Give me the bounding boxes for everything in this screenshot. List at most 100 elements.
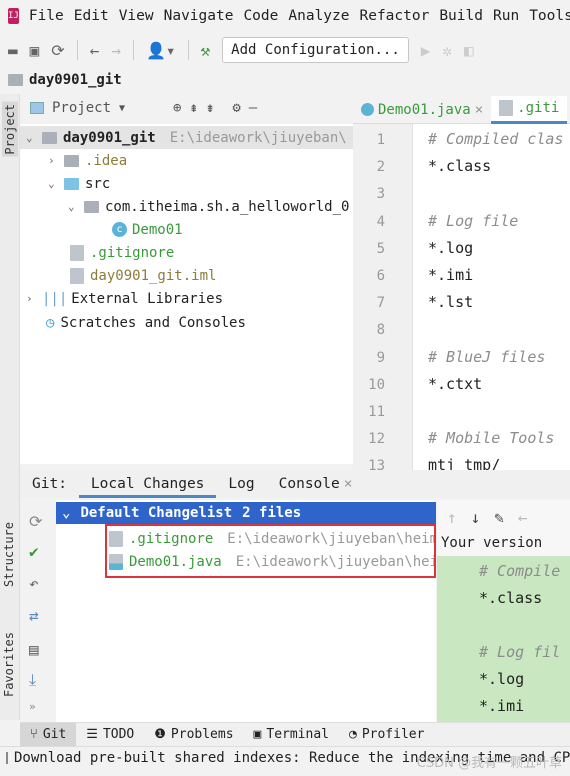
project-tool-button[interactable]: Project: [2, 102, 18, 157]
collapse-all-icon[interactable]: ⇟: [206, 100, 214, 116]
tree-item-label: Demo01: [132, 221, 183, 238]
more-icon[interactable]: »: [29, 700, 36, 713]
diff-line: *.class: [479, 589, 543, 607]
divider: [76, 40, 78, 60]
run-icon[interactable]: ▶: [421, 41, 431, 60]
refresh-icon[interactable]: ⟳: [29, 512, 42, 531]
forward-arrow-icon[interactable]: →: [111, 41, 121, 60]
tree-item-label: day0901_git.iml: [90, 267, 217, 284]
debug-icon[interactable]: ✲: [442, 41, 452, 60]
notification-icon[interactable]: [6, 751, 8, 764]
changed-file-gitignore[interactable]: .gitignore E:\ideawork\jiuyeban\heima: [109, 528, 434, 550]
tab-label: TODO: [102, 727, 135, 742]
tab-label: Terminal: [266, 727, 329, 742]
commit-check-icon[interactable]: ✔: [29, 542, 39, 561]
hide-icon[interactable]: —: [249, 100, 257, 116]
code-line: *.log: [428, 238, 474, 257]
preview-icon[interactable]: ▤: [29, 640, 39, 659]
edit-icon[interactable]: ✎: [494, 508, 504, 527]
chevron-right-icon[interactable]: ›: [26, 292, 42, 305]
coverage-icon[interactable]: ◧: [464, 41, 474, 60]
line-number: 1: [376, 132, 385, 148]
menu-build[interactable]: Build: [439, 8, 483, 24]
close-icon[interactable]: ×: [344, 476, 353, 492]
menu-edit[interactable]: Edit: [74, 8, 109, 24]
menu-refactor[interactable]: Refactor: [359, 8, 429, 24]
breadcrumb-project[interactable]: day0901_git: [29, 72, 122, 88]
changelist-count: 2 files: [242, 505, 302, 521]
build-hammer-icon[interactable]: ⚒: [201, 41, 211, 60]
next-change-icon[interactable]: ↓: [471, 508, 481, 527]
divider: [132, 40, 134, 60]
add-configuration-button[interactable]: Add Configuration...: [222, 37, 409, 63]
diff-line: # Log fil: [479, 643, 561, 661]
terminal-icon: ▣: [253, 727, 262, 742]
tab-label: Problems: [170, 727, 234, 742]
tool-window-bar: ⑂ Git ☰ TODO ❶ Problems ▣ Terminal ◔ Profiler: [20, 722, 570, 747]
diff-preview: ↑ ↓ ✎ ← Your version # Compile *.class # L…: [437, 500, 570, 722]
tree-item-external-libraries[interactable]: › ||| External Libraries: [26, 287, 223, 310]
tree-item-root[interactable]: ⌄ day0901_git E:\ideawork\jiuyeban\: [20, 126, 353, 149]
ignored-file-icon: [109, 531, 123, 547]
tab-demo01-java[interactable]: Demo01.java ×: [353, 96, 491, 124]
gear-icon[interactable]: ⚙: [232, 100, 240, 116]
project-tree: ⌄ day0901_git E:\ideawork\jiuyeban\ › .i…: [20, 124, 353, 464]
project-view-dropdown[interactable]: Project: [52, 100, 111, 116]
diff-arrows-icon[interactable]: ⇄: [29, 606, 39, 625]
chevron-down-icon[interactable]: ⌄: [26, 131, 42, 144]
chevron-down-icon[interactable]: ⌄: [62, 505, 70, 521]
tree-item-idea[interactable]: › .idea: [48, 149, 127, 172]
menu-run[interactable]: Run: [493, 8, 519, 24]
menu-view[interactable]: View: [119, 8, 154, 24]
tab-label: .giti: [517, 100, 560, 116]
tool-tab-problems[interactable]: ❶ Problems: [144, 723, 243, 747]
diff-title: Your version: [441, 535, 543, 551]
default-changelist[interactable]: ⌄ Default Changelist 2 files: [56, 502, 436, 524]
iml-file-icon: [70, 267, 84, 284]
tree-item-gitignore[interactable]: .gitignore: [70, 241, 174, 264]
tool-tab-todo[interactable]: ☰ TODO: [76, 723, 144, 747]
favorites-tool-button[interactable]: Favorites: [2, 632, 16, 697]
tool-tab-terminal[interactable]: ▣ Terminal: [244, 723, 339, 747]
user-dropdown-icon[interactable]: 👤▾: [146, 41, 176, 60]
chevron-right-icon[interactable]: ›: [48, 154, 64, 167]
sync-icon[interactable]: ⟳: [51, 41, 64, 60]
tree-item-demo01[interactable]: c Demo01: [112, 218, 183, 241]
profiler-icon: ◔: [349, 727, 357, 742]
tool-tab-profiler[interactable]: ◔ Profiler: [339, 723, 434, 747]
tree-item-scratches[interactable]: ◷ Scratches and Consoles: [46, 311, 246, 334]
menu-code[interactable]: Code: [243, 8, 278, 24]
changed-file-demo01[interactable]: Demo01.java E:\ideawork\jiuyeban\heim: [109, 551, 434, 573]
menu-tools[interactable]: Tools: [529, 8, 570, 24]
tab-log[interactable]: Log: [216, 470, 266, 498]
code-line: mtj_tmp/: [428, 456, 501, 470]
menu-analyze[interactable]: Analyze: [288, 8, 349, 24]
tool-tab-git[interactable]: ⑂ Git: [20, 722, 77, 747]
expand-all-icon[interactable]: ⇞: [189, 100, 197, 116]
changelist-name: Default Changelist: [80, 505, 233, 521]
structure-tool-button[interactable]: Structure: [2, 522, 16, 587]
close-icon[interactable]: ×: [475, 102, 483, 118]
rollback-icon[interactable]: ↶: [29, 574, 39, 593]
tab-gitignore[interactable]: .giti: [491, 95, 568, 124]
menu-file[interactable]: File: [29, 8, 64, 24]
code-editor[interactable]: # Compiled clas *.class # Log file *.log *.i…: [413, 124, 570, 470]
chevron-down-icon[interactable]: ⌄: [68, 200, 84, 213]
tab-console[interactable]: Console: [267, 470, 344, 498]
chevron-down-icon[interactable]: ▼: [119, 103, 125, 114]
source-folder-icon: [64, 177, 79, 190]
locate-icon[interactable]: ⊕: [173, 100, 181, 116]
shelve-icon[interactable]: ⤓: [29, 670, 36, 690]
tree-item-src[interactable]: ⌄ src: [48, 172, 110, 195]
back-arrow-icon[interactable]: ←: [90, 41, 100, 60]
previous-change-icon[interactable]: ↑: [447, 508, 457, 527]
tree-item-iml[interactable]: day0901_git.iml: [70, 264, 216, 287]
menu-navigate[interactable]: Navigate: [164, 8, 234, 24]
scratches-icon: ◷: [46, 314, 55, 331]
chevron-down-icon[interactable]: ⌄: [48, 177, 64, 190]
tree-item-package[interactable]: ⌄ com.itheima.sh.a_helloworld_0: [68, 195, 349, 218]
back-arrow-icon[interactable]: ←: [518, 508, 528, 527]
save-icon[interactable]: ▣: [30, 41, 40, 60]
tab-local-changes[interactable]: Local Changes: [78, 470, 217, 498]
open-folder-icon[interactable]: ▬: [8, 41, 18, 60]
